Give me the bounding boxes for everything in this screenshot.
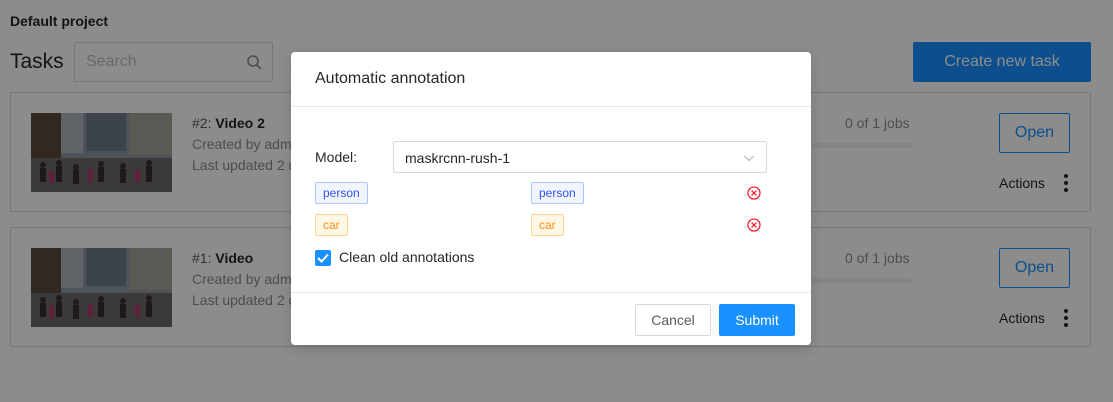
remove-mapping-icon[interactable] [747, 218, 761, 232]
dialog-footer: Cancel Submit [291, 292, 811, 345]
remove-mapping-icon[interactable] [747, 186, 761, 200]
model-row: Model: maskrcnn-rush-1 [315, 141, 787, 173]
clean-old-annotations-label[interactable]: Clean old annotations [339, 249, 474, 265]
chevron-down-icon [744, 155, 754, 162]
model-select-value: maskrcnn-rush-1 [405, 150, 511, 166]
cancel-button[interactable]: Cancel [635, 304, 711, 336]
model-label: Model: [315, 149, 358, 165]
checkbox-checked-icon[interactable] [315, 250, 331, 266]
model-label-tag: person [315, 182, 368, 204]
task-label-tag: car [531, 214, 564, 236]
dialog-title: Automatic annotation [291, 52, 811, 107]
model-select[interactable]: maskrcnn-rush-1 [393, 141, 767, 173]
model-label-tag: car [315, 214, 348, 236]
automatic-annotation-dialog: Automatic annotation Model: maskrcnn-rus… [291, 52, 811, 345]
task-label-tag: person [531, 182, 584, 204]
submit-button[interactable]: Submit [719, 304, 795, 336]
